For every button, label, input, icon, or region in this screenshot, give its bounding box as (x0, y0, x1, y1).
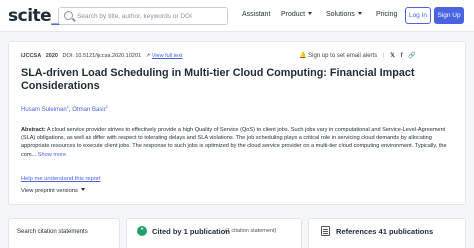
document-icon (321, 226, 330, 236)
preprint-label: View preprint versions (21, 188, 78, 194)
twitter-icon[interactable]: 𝕏 (390, 53, 395, 59)
top-navigation-bar: scite_ Assistant Product Solutions Prici… (0, 0, 474, 32)
article-title: SLA-driven Load Scheduling in Multi-tier… (21, 67, 415, 92)
article-card: IJCCSA 2020 DOI: 10.5121/ijccsa.2020.102… (8, 41, 466, 205)
search-box[interactable] (58, 7, 228, 25)
publication-year: 2020 (45, 53, 58, 59)
search-citations-label: Search citation statements (17, 229, 88, 235)
login-button[interactable]: Log In (405, 7, 431, 24)
nav-product[interactable]: Product (281, 11, 313, 18)
signup-button[interactable]: Sign Up (434, 7, 464, 24)
citation-statement-count: (1 citation statement) (225, 228, 277, 234)
show-more-link[interactable]: Show more (38, 152, 66, 158)
nav-assistant[interactable]: Assistant (242, 11, 270, 18)
bell-icon[interactable]: 🔔 (299, 53, 306, 59)
chevron-down-icon (308, 12, 313, 15)
author-affiliation: 2 (105, 104, 108, 109)
chevron-down-icon (80, 188, 85, 191)
divider: | (382, 53, 385, 59)
nav-solutions[interactable]: Solutions (326, 11, 362, 18)
external-link-icon: ↗ (145, 53, 151, 59)
link-icon[interactable]: 🔗 (408, 53, 415, 59)
abstract-label: Abstract: (21, 127, 46, 133)
logo-text: scite (8, 6, 52, 26)
author-link[interactable]: Husam Suleiman (21, 107, 67, 113)
share-tools: 🔔 Sign up to set email alerts | 𝕏 f 🔗 (299, 52, 416, 59)
abstract: Abstract: A cloud service provider striv… (21, 126, 459, 159)
doi: DOI: 10.5121/ijccsa.2020.10201 (62, 53, 142, 59)
facebook-icon[interactable]: f (401, 53, 403, 59)
search-input[interactable] (77, 9, 225, 23)
sign-up-alerts-link[interactable]: Sign up to set email alerts (308, 53, 377, 59)
view-full-text-link[interactable]: View full text (152, 53, 183, 59)
nav-pricing[interactable]: Pricing (376, 11, 397, 18)
cited-by-count: Cited by 1 publication (152, 227, 230, 236)
abstract-text: A cloud service provider strives to effe… (21, 127, 447, 158)
references-count: References 41 publications (336, 227, 434, 236)
nav-solutions-label: Solutions (326, 11, 355, 18)
author-list: Husam Suleiman1, Otman Basir2 (21, 104, 108, 113)
journal-name[interactable]: IJCCSA (21, 53, 41, 59)
cited-by-panel[interactable]: ❝ Cited by 1 publication (1 citation sta… (126, 218, 302, 248)
search-citations-panel[interactable]: Search citation statements (8, 218, 120, 248)
quote-icon: ❝ (137, 226, 147, 236)
preprint-versions-toggle[interactable]: View preprint versions (21, 188, 85, 194)
search-icon (64, 11, 73, 20)
chevron-down-icon (357, 12, 362, 15)
article-meta: IJCCSA 2020 DOI: 10.5121/ijccsa.2020.102… (21, 53, 183, 59)
references-panel[interactable]: References 41 publications (308, 218, 466, 248)
scite-logo[interactable]: scite_ (8, 6, 60, 26)
nav-product-label: Product (281, 11, 306, 18)
help-understand-link[interactable]: Help me understand this report (21, 176, 101, 182)
author-link[interactable]: Otman Basir (72, 107, 105, 113)
